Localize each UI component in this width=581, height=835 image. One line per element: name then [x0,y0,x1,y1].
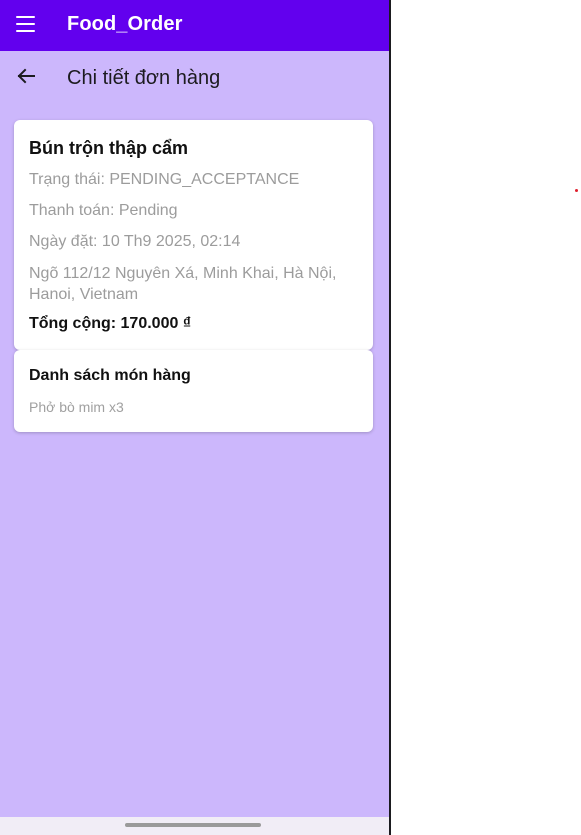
order-date: Ngày đặt: 10 Th9 2025, 02:14 [29,233,241,250]
page-title: Chi tiết đơn hàng [67,67,221,89]
gesture-handle[interactable] [125,823,261,827]
order-info-card: Bún trộn thập cẩm Trạng thái: PENDING_AC… [14,120,373,350]
app-bar: Food_Order [0,0,389,51]
payment-status: Thanh toán: Pending [29,202,178,219]
red-dot [575,189,578,192]
order-items-card: Danh sách món hàng Phở bò mim x3 [14,350,373,432]
system-navigation-bar [0,817,389,835]
delivery-address: Ngõ 112/12 Nguyên Xá, Minh Khai, Hà Nội,… [29,265,337,303]
order-status: Trạng thái: PENDING_ACCEPTANCE [29,171,300,188]
list-item: Phở bò mim x3 [29,399,124,415]
order-total: Tổng cộng: 170.000 ₫ [29,315,192,332]
arrow-back-icon[interactable] [14,64,38,88]
phone-screen: Food_Order Chi tiết đơn hàng Bún trộn th… [0,0,391,835]
menu-icon[interactable] [16,16,35,32]
app-title: Food_Order [67,13,183,35]
order-detail-header: Chi tiết đơn hàng [0,51,389,107]
items-section-title: Danh sách món hàng [29,367,191,384]
order-dish-name: Bún trộn thập cẩm [29,138,189,158]
